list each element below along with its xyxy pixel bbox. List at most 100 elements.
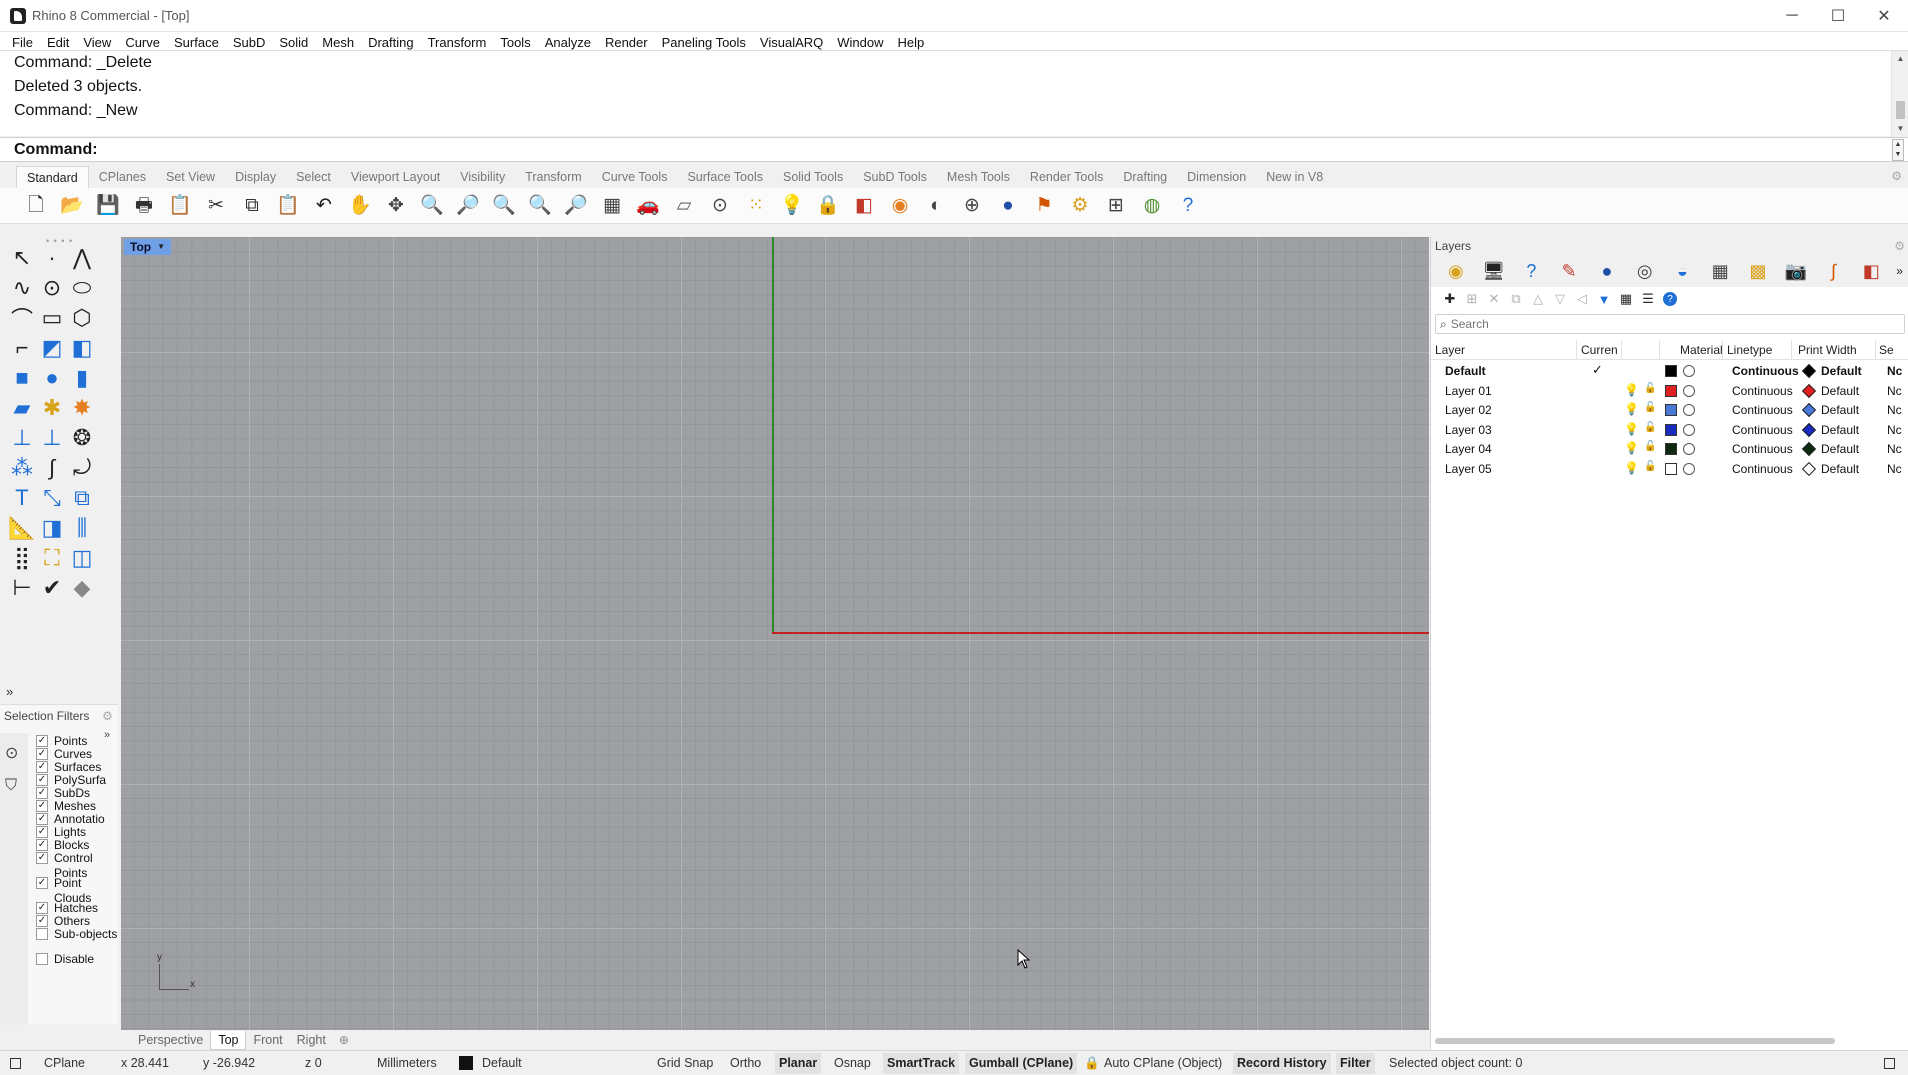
point-icon[interactable]: · xyxy=(35,242,69,274)
polyline-icon[interactable]: ⋀ xyxy=(65,242,99,274)
scroll-down-arrow-icon[interactable]: ▼ xyxy=(1892,124,1908,133)
blend-curve-icon[interactable]: ⤾ xyxy=(65,452,99,484)
table-view-icon[interactable]: ▦ xyxy=(1615,289,1637,309)
layer-visible-bulb-icon[interactable]: 💡 xyxy=(1624,422,1639,436)
filter-checkbox[interactable]: ✓ xyxy=(36,735,48,747)
viewport-title-label[interactable]: Top ▼ xyxy=(124,239,172,255)
zoom-window-button[interactable]: 🔎 xyxy=(450,190,486,222)
layer-row[interactable]: Layer 05 💡 🔓 Continuous Default Nc xyxy=(1431,459,1908,478)
tab-cplanes[interactable]: CPlanes xyxy=(89,166,156,188)
layer-print-width[interactable]: Default xyxy=(1821,442,1859,456)
filter-toggle[interactable]: Filter xyxy=(1336,1053,1375,1074)
layer-linetype[interactable]: Continuous xyxy=(1732,423,1793,437)
status-cplane[interactable]: CPlane xyxy=(44,1056,85,1070)
filter-checkbox[interactable]: ✓ xyxy=(36,774,48,786)
scroll-up-arrow-icon[interactable]: ▲ xyxy=(1892,54,1908,63)
light-bulb-button[interactable]: 💡 xyxy=(774,190,810,222)
filter-checkbox[interactable]: ✓ xyxy=(36,902,48,914)
filter-checkbox[interactable]: ✓ xyxy=(36,800,48,812)
layer-color-swatch[interactable] xyxy=(1665,404,1677,416)
ground-plane-panel-icon[interactable]: ◒ xyxy=(1664,258,1702,284)
boolean-union-icon[interactable]: ● xyxy=(35,362,69,394)
scale-icon[interactable]: ⤡ xyxy=(35,482,69,514)
gumball-toggle[interactable]: Gumball (CPlane) xyxy=(965,1053,1078,1074)
tab-render-tools[interactable]: Render Tools xyxy=(1020,166,1113,188)
grid-snap-toggle[interactable]: Grid Snap xyxy=(657,1056,713,1070)
paste-button[interactable]: 📋 xyxy=(270,190,306,222)
osnap-button[interactable]: ⊙ xyxy=(702,190,738,222)
zoom-button[interactable]: 🔍 xyxy=(414,190,450,222)
tab-set-view[interactable]: Set View xyxy=(156,166,225,188)
open-folder-button[interactable]: 📂 xyxy=(54,190,90,222)
filter-checkbox[interactable]: ✓ xyxy=(36,787,48,799)
shaded-sphere-button[interactable]: ◐ xyxy=(918,190,954,222)
explode-icon[interactable]: ✸ xyxy=(65,392,99,424)
layer-linetype[interactable]: Continuous xyxy=(1732,364,1799,378)
make-2d-icon[interactable]: ◨ xyxy=(35,512,69,544)
curve-icon[interactable]: ∿ xyxy=(5,272,39,304)
filter-checkbox[interactable]: ✓ xyxy=(36,839,48,851)
layer-color-swatch[interactable] xyxy=(1665,462,1677,475)
col-layer[interactable]: Layer xyxy=(1435,343,1465,357)
help-panel-icon[interactable]: ? xyxy=(1513,258,1551,284)
col-current[interactable]: Curren xyxy=(1581,343,1618,357)
layer-section-style[interactable]: Nc xyxy=(1887,403,1902,417)
layer-material-icon[interactable] xyxy=(1683,384,1695,397)
wireframe-sphere-button[interactable]: ⊕ xyxy=(954,190,990,222)
polygon-icon[interactable]: ⬡ xyxy=(65,302,99,334)
tab-solid-tools[interactable]: Solid Tools xyxy=(773,166,853,188)
flamingo-button[interactable]: ⚑ xyxy=(1026,190,1062,222)
layer-unlocked-icon[interactable]: 🔓 xyxy=(1644,402,1656,413)
layer-section-style[interactable]: Nc xyxy=(1887,423,1902,437)
layer-row[interactable]: Layer 02 💡 🔓 Continuous Default Nc xyxy=(1431,400,1908,419)
filter-disable[interactable]: Disable xyxy=(36,952,118,967)
viewport-menu-dropdown-icon[interactable]: ▼ xyxy=(157,239,165,255)
lock-button[interactable]: 🔒 xyxy=(810,190,846,222)
block-icon[interactable]: ⛶ xyxy=(35,542,69,574)
layer-unlocked-icon[interactable]: 🔓 xyxy=(1644,461,1656,472)
select-arrow-icon[interactable]: ↖ xyxy=(5,242,39,274)
new-layer-icon[interactable]: ✚ xyxy=(1439,289,1461,309)
extrude-curve-icon[interactable]: ◧ xyxy=(65,332,99,364)
circle-icon[interactable]: ⊙ xyxy=(35,272,69,304)
clipping-plane-icon[interactable]: ◫ xyxy=(65,542,99,574)
filter-funnel-icon[interactable]: ⛉ xyxy=(5,777,17,795)
print-color-diamond-icon[interactable] xyxy=(1801,422,1817,437)
col-material[interactable]: Material xyxy=(1680,343,1723,357)
viewport-top[interactable]: Top ▼ y x xyxy=(121,237,1429,1030)
layer-visible-bulb-icon[interactable]: 💡 xyxy=(1624,402,1639,416)
tab-dimension[interactable]: Dimension xyxy=(1177,166,1256,188)
col-section[interactable]: Se xyxy=(1879,343,1894,357)
delete-layer-icon[interactable]: ✕ xyxy=(1483,289,1505,309)
boolean-icon[interactable]: ❂ xyxy=(65,422,99,454)
dimension-icon[interactable]: ⊢ xyxy=(5,572,39,604)
layer-linetype[interactable]: Continuous xyxy=(1732,384,1793,398)
print-color-diamond-icon[interactable] xyxy=(1801,363,1817,379)
undo-button[interactable]: ↶ xyxy=(306,190,342,222)
select-points-button[interactable]: ⁙ xyxy=(738,190,774,222)
fillet-curve-icon[interactable]: ⌐ xyxy=(5,332,39,364)
cut-button[interactable]: ✂ xyxy=(198,190,234,222)
layer-linetype[interactable]: Continuous xyxy=(1732,462,1793,476)
layers-horizontal-scrollbar[interactable] xyxy=(1435,1038,1835,1044)
move-up-icon[interactable]: △ xyxy=(1527,289,1549,309)
layer-search-input[interactable] xyxy=(1450,317,1891,331)
help-button[interactable]: ? xyxy=(1170,190,1206,222)
environment-panel-icon[interactable]: ◎ xyxy=(1626,258,1664,284)
filter-checkbox[interactable]: ✓ xyxy=(36,877,48,889)
add-viewport-tab-icon[interactable]: ⊕ xyxy=(333,1033,355,1047)
osnap-target-icon[interactable]: ⊙ xyxy=(5,743,18,763)
snapshots-panel-icon[interactable]: 📷 xyxy=(1777,258,1815,284)
layer-row[interactable]: Layer 03 💡 🔓 Continuous Default Nc xyxy=(1431,420,1908,439)
rebuild-curve-icon[interactable]: ∫ xyxy=(35,452,69,484)
filter-sub-objects[interactable]: Sub-objects xyxy=(36,927,118,942)
mesh-tools-icon[interactable]: ✱ xyxy=(35,392,69,424)
layer-print-width[interactable]: Default xyxy=(1821,403,1859,417)
layer-material-icon[interactable] xyxy=(1683,443,1695,455)
auto-cplane-toggle[interactable]: Auto CPlane (Object) xyxy=(1104,1056,1222,1070)
layer-section-style[interactable]: Nc xyxy=(1887,462,1902,476)
record-history-toggle[interactable]: Record History xyxy=(1233,1053,1331,1074)
command-spinner[interactable]: ▲ ▼ xyxy=(1892,139,1904,161)
new-sublayer-icon[interactable]: ⊞ xyxy=(1461,289,1483,309)
filter-checkbox[interactable]: ✓ xyxy=(36,826,48,838)
